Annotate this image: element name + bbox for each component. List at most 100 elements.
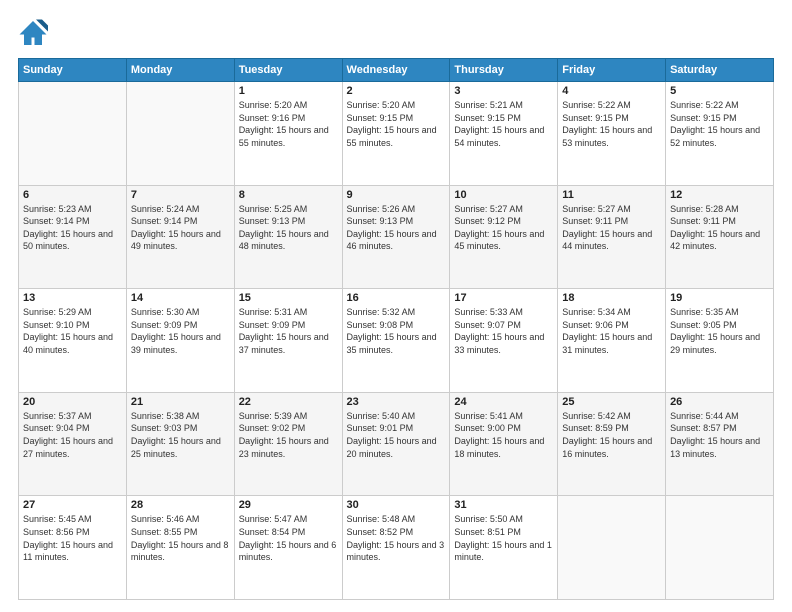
calendar-cell: 29 Sunrise: 5:47 AMSunset: 8:54 PMDayligh… bbox=[234, 496, 342, 600]
day-info: Sunrise: 5:47 AMSunset: 8:54 PMDaylight:… bbox=[239, 513, 338, 563]
calendar-cell: 31 Sunrise: 5:50 AMSunset: 8:51 PMDayligh… bbox=[450, 496, 558, 600]
day-number: 18 bbox=[562, 292, 661, 304]
calendar-cell: 14 Sunrise: 5:30 AMSunset: 9:09 PMDayligh… bbox=[126, 289, 234, 393]
calendar-cell bbox=[19, 82, 127, 186]
day-info: Sunrise: 5:28 AMSunset: 9:11 PMDaylight:… bbox=[670, 203, 769, 253]
calendar-cell: 17Sunrise: 5:33 AMSunset: 9:07 PMDayligh… bbox=[450, 289, 558, 393]
day-info: Sunrise: 5:46 AMSunset: 8:55 PMDaylight:… bbox=[131, 513, 230, 563]
day-number: 17 bbox=[454, 292, 553, 304]
day-info: Sunrise: 5:35 AMSunset: 9:05 PMDaylight:… bbox=[670, 306, 769, 356]
calendar-cell: 7 Sunrise: 5:24 AMSunset: 9:14 PMDaylight… bbox=[126, 185, 234, 289]
day-number: 30 bbox=[347, 499, 446, 511]
day-info: Sunrise: 5:23 AMSunset: 9:14 PMDaylight:… bbox=[23, 203, 122, 253]
day-number: 23 bbox=[347, 396, 446, 408]
day-number: 2 bbox=[347, 85, 446, 97]
calendar-cell: 9 Sunrise: 5:26 AMSunset: 9:13 PMDaylight… bbox=[342, 185, 450, 289]
day-info: Sunrise: 5:48 AMSunset: 8:52 PMDaylight:… bbox=[347, 513, 446, 563]
calendar-cell: 25 Sunrise: 5:42 AMSunset: 8:59 PMDayligh… bbox=[558, 392, 666, 496]
calendar-cell bbox=[666, 496, 774, 600]
calendar-cell: 2Sunrise: 5:20 AMSunset: 9:15 PMDaylight… bbox=[342, 82, 450, 186]
day-info: Sunrise: 5:25 AMSunset: 9:13 PMDaylight:… bbox=[239, 203, 338, 253]
day-number: 11 bbox=[562, 189, 661, 201]
day-number: 20 bbox=[23, 396, 122, 408]
logo-icon bbox=[18, 18, 48, 48]
day-info: Sunrise: 5:39 AMSunset: 9:02 PMDaylight:… bbox=[239, 410, 338, 460]
day-number: 3 bbox=[454, 85, 553, 97]
calendar-cell: 11 Sunrise: 5:27 AMSunset: 9:11 PMDayligh… bbox=[558, 185, 666, 289]
calendar-cell: 24 Sunrise: 5:41 AMSunset: 9:00 PMDayligh… bbox=[450, 392, 558, 496]
calendar-cell: 26 Sunrise: 5:44 AMSunset: 8:57 PMDayligh… bbox=[666, 392, 774, 496]
weekday-header: Saturday bbox=[666, 59, 774, 82]
day-info: Sunrise: 5:40 AMSunset: 9:01 PMDaylight:… bbox=[347, 410, 446, 460]
calendar-cell: 8 Sunrise: 5:25 AMSunset: 9:13 PMDaylight… bbox=[234, 185, 342, 289]
calendar-cell: 5Sunrise: 5:22 AMSunset: 9:15 PMDaylight… bbox=[666, 82, 774, 186]
calendar-table: SundayMondayTuesdayWednesdayThursdayFrid… bbox=[18, 58, 774, 600]
day-number: 13 bbox=[23, 292, 122, 304]
weekday-header: Friday bbox=[558, 59, 666, 82]
calendar-cell: 12 Sunrise: 5:28 AMSunset: 9:11 PMDayligh… bbox=[666, 185, 774, 289]
calendar-cell: 13Sunrise: 5:29 AMSunset: 9:10 PMDayligh… bbox=[19, 289, 127, 393]
calendar-cell: 18Sunrise: 5:34 AMSunset: 9:06 PMDayligh… bbox=[558, 289, 666, 393]
day-number: 4 bbox=[562, 85, 661, 97]
day-number: 12 bbox=[670, 189, 769, 201]
day-info: Sunrise: 5:41 AMSunset: 9:00 PMDaylight:… bbox=[454, 410, 553, 460]
day-info: Sunrise: 5:22 AMSunset: 9:15 PMDaylight:… bbox=[670, 99, 769, 149]
day-info: Sunrise: 5:20 AMSunset: 9:16 PMDaylight:… bbox=[239, 99, 338, 149]
calendar-cell: 19 Sunrise: 5:35 AMSunset: 9:05 PMDayligh… bbox=[666, 289, 774, 393]
calendar-week-row: 27Sunrise: 5:45 AMSunset: 8:56 PMDayligh… bbox=[19, 496, 774, 600]
calendar-cell: 15Sunrise: 5:31 AMSunset: 9:09 PMDayligh… bbox=[234, 289, 342, 393]
calendar-cell: 1 Sunrise: 5:20 AMSunset: 9:16 PMDaylight… bbox=[234, 82, 342, 186]
day-number: 29 bbox=[239, 499, 338, 511]
day-info: Sunrise: 5:26 AMSunset: 9:13 PMDaylight:… bbox=[347, 203, 446, 253]
day-number: 22 bbox=[239, 396, 338, 408]
day-number: 7 bbox=[131, 189, 230, 201]
day-number: 15 bbox=[239, 292, 338, 304]
weekday-header-row: SundayMondayTuesdayWednesdayThursdayFrid… bbox=[19, 59, 774, 82]
calendar-cell: 10 Sunrise: 5:27 AMSunset: 9:12 PMDayligh… bbox=[450, 185, 558, 289]
day-number: 21 bbox=[131, 396, 230, 408]
day-number: 8 bbox=[239, 189, 338, 201]
day-number: 10 bbox=[454, 189, 553, 201]
weekday-header: Thursday bbox=[450, 59, 558, 82]
calendar-cell: 6 Sunrise: 5:23 AMSunset: 9:14 PMDaylight… bbox=[19, 185, 127, 289]
calendar-cell: 16Sunrise: 5:32 AMSunset: 9:08 PMDayligh… bbox=[342, 289, 450, 393]
weekday-header: Monday bbox=[126, 59, 234, 82]
day-number: 14 bbox=[131, 292, 230, 304]
day-number: 31 bbox=[454, 499, 553, 511]
day-info: Sunrise: 5:44 AMSunset: 8:57 PMDaylight:… bbox=[670, 410, 769, 460]
weekday-header: Wednesday bbox=[342, 59, 450, 82]
calendar-week-row: 1 Sunrise: 5:20 AMSunset: 9:16 PMDaylight… bbox=[19, 82, 774, 186]
calendar-cell: 30 Sunrise: 5:48 AMSunset: 8:52 PMDayligh… bbox=[342, 496, 450, 600]
day-info: Sunrise: 5:50 AMSunset: 8:51 PMDaylight:… bbox=[454, 513, 553, 563]
day-info: Sunrise: 5:27 AMSunset: 9:11 PMDaylight:… bbox=[562, 203, 661, 253]
calendar-cell: 4 Sunrise: 5:22 AMSunset: 9:15 PMDaylight… bbox=[558, 82, 666, 186]
day-info: Sunrise: 5:24 AMSunset: 9:14 PMDaylight:… bbox=[131, 203, 230, 253]
day-number: 1 bbox=[239, 85, 338, 97]
calendar-cell: 21Sunrise: 5:38 AMSunset: 9:03 PMDayligh… bbox=[126, 392, 234, 496]
day-number: 24 bbox=[454, 396, 553, 408]
day-info: Sunrise: 5:27 AMSunset: 9:12 PMDaylight:… bbox=[454, 203, 553, 253]
day-info: Sunrise: 5:30 AMSunset: 9:09 PMDaylight:… bbox=[131, 306, 230, 356]
weekday-header: Sunday bbox=[19, 59, 127, 82]
logo bbox=[18, 18, 52, 48]
day-number: 16 bbox=[347, 292, 446, 304]
day-number: 26 bbox=[670, 396, 769, 408]
calendar-cell: 23 Sunrise: 5:40 AMSunset: 9:01 PMDayligh… bbox=[342, 392, 450, 496]
day-info: Sunrise: 5:42 AMSunset: 8:59 PMDaylight:… bbox=[562, 410, 661, 460]
day-number: 28 bbox=[131, 499, 230, 511]
day-info: Sunrise: 5:37 AMSunset: 9:04 PMDaylight:… bbox=[23, 410, 122, 460]
calendar-cell bbox=[558, 496, 666, 600]
calendar-cell: 27Sunrise: 5:45 AMSunset: 8:56 PMDayligh… bbox=[19, 496, 127, 600]
calendar-cell: 22 Sunrise: 5:39 AMSunset: 9:02 PMDayligh… bbox=[234, 392, 342, 496]
weekday-header: Tuesday bbox=[234, 59, 342, 82]
header bbox=[18, 18, 774, 48]
calendar-cell: 28 Sunrise: 5:46 AMSunset: 8:55 PMDayligh… bbox=[126, 496, 234, 600]
day-number: 19 bbox=[670, 292, 769, 304]
day-number: 6 bbox=[23, 189, 122, 201]
day-number: 25 bbox=[562, 396, 661, 408]
day-number: 9 bbox=[347, 189, 446, 201]
calendar-cell bbox=[126, 82, 234, 186]
day-number: 27 bbox=[23, 499, 122, 511]
day-info: Sunrise: 5:22 AMSunset: 9:15 PMDaylight:… bbox=[562, 99, 661, 149]
calendar-week-row: 20 Sunrise: 5:37 AMSunset: 9:04 PMDayligh… bbox=[19, 392, 774, 496]
